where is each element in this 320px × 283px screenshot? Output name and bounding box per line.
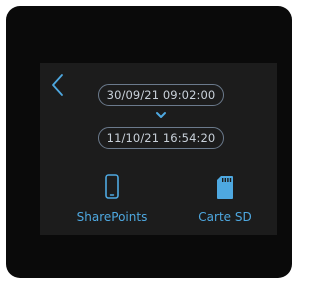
sharepoints-label: SharePoints	[76, 210, 148, 224]
start-datetime-field[interactable]: 30/09/21 09:02:00	[98, 84, 224, 106]
sd-card-icon-wrap	[180, 172, 270, 202]
sharepoints-button[interactable]: SharePoints	[67, 172, 157, 228]
sd-card-label: Carte SD	[198, 210, 252, 224]
smartphone-icon-wrap	[67, 172, 157, 202]
end-datetime-field[interactable]: 11/10/21 16:54:20	[98, 127, 224, 149]
back-button[interactable]	[47, 69, 69, 101]
device-bezel: 30/09/21 09:02:00 11/10/21 16:54:20 Shar…	[6, 6, 292, 278]
chevron-left-icon	[52, 74, 63, 96]
device-screen: 30/09/21 09:02:00 11/10/21 16:54:20 Shar…	[40, 63, 277, 235]
chevron-down-icon	[156, 112, 166, 118]
smartphone-icon	[105, 174, 119, 199]
sd-card-button[interactable]: Carte SD	[180, 172, 270, 228]
sd-card-icon	[217, 176, 233, 199]
